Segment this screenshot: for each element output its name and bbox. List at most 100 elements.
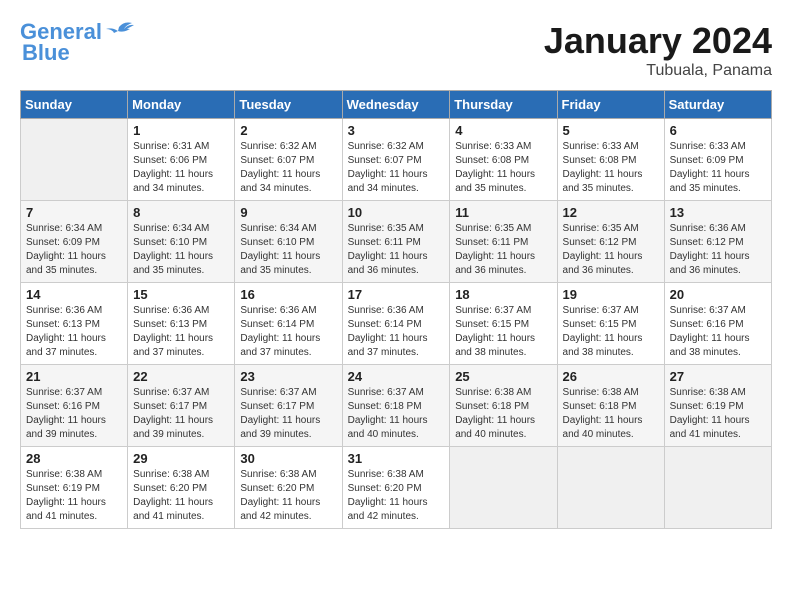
day-number: 9: [240, 205, 336, 220]
day-number: 20: [670, 287, 766, 302]
calendar-cell: 28Sunrise: 6:38 AMSunset: 6:19 PMDayligh…: [21, 447, 128, 529]
calendar-cell: [664, 447, 771, 529]
logo-blue: Blue: [22, 40, 70, 66]
calendar-cell: [450, 447, 557, 529]
calendar-cell: 19 Sunrise: 6:37 AMSunset: 6:15 PMDayligh…: [557, 283, 664, 365]
day-info: Sunrise: 6:35 AMSunset: 6:11 PMDaylight:…: [348, 222, 445, 278]
day-info: Sunrise: 6:35 AMSunset: 6:12 PMDaylight:…: [563, 222, 659, 278]
day-number: 25: [455, 369, 551, 384]
day-info: Sunrise: 6:38 AMSunset: 6:18 PMDaylight:…: [563, 386, 659, 442]
day-number: 5: [563, 123, 659, 138]
day-info: Sunrise: 6:38 AMSunset: 6:20 PMDaylight:…: [240, 468, 336, 524]
day-number: 16: [240, 287, 336, 302]
calendar-cell: 24 Sunrise: 6:37 AMSunset: 6:18 PMDayligh…: [342, 365, 450, 447]
calendar-cell: 15 Sunrise: 6:36 AMSunset: 6:13 PMDayligh…: [128, 283, 235, 365]
day-info: Sunrise: 6:38 AMSunset: 6:20 PMDaylight:…: [133, 468, 229, 524]
calendar-cell: 10 Sunrise: 6:35 AMSunset: 6:11 PMDayligh…: [342, 201, 450, 283]
day-number: 26: [563, 369, 659, 384]
day-info: Sunrise: 6:33 AMSunset: 6:08 PMDaylight:…: [563, 140, 659, 196]
day-info: Sunrise: 6:37 AMSunset: 6:17 PMDaylight:…: [133, 386, 229, 442]
header-day-saturday: Saturday: [664, 91, 771, 119]
calendar-cell: 18 Sunrise: 6:37 AMSunset: 6:15 PMDayligh…: [450, 283, 557, 365]
calendar-table: SundayMondayTuesdayWednesdayThursdayFrid…: [20, 90, 772, 529]
day-info: Sunrise: 6:37 AMSunset: 6:15 PMDaylight:…: [563, 304, 659, 360]
calendar-cell: [557, 447, 664, 529]
day-info: Sunrise: 6:36 AMSunset: 6:12 PMDaylight:…: [670, 222, 766, 278]
calendar-cell: 8 Sunrise: 6:34 AMSunset: 6:10 PMDaylight…: [128, 201, 235, 283]
day-number: 18: [455, 287, 551, 302]
day-number: 11: [455, 205, 551, 220]
day-number: 15: [133, 287, 229, 302]
day-info: Sunrise: 6:33 AMSunset: 6:08 PMDaylight:…: [455, 140, 551, 196]
calendar-cell: 3 Sunrise: 6:32 AMSunset: 6:07 PMDaylight…: [342, 119, 450, 201]
day-number: 7: [26, 205, 122, 220]
calendar-cell: 20 Sunrise: 6:37 AMSunset: 6:16 PMDayligh…: [664, 283, 771, 365]
day-number: 31: [348, 451, 445, 466]
logo-bird-icon: [104, 19, 134, 41]
day-number: 1: [133, 123, 229, 138]
day-info: Sunrise: 6:34 AMSunset: 6:10 PMDaylight:…: [133, 222, 229, 278]
day-number: 29: [133, 451, 229, 466]
day-number: 10: [348, 205, 445, 220]
calendar-header-row: SundayMondayTuesdayWednesdayThursdayFrid…: [21, 91, 772, 119]
day-info: Sunrise: 6:37 AMSunset: 6:16 PMDaylight:…: [26, 386, 122, 442]
calendar-cell: 29 Sunrise: 6:38 AMSunset: 6:20 PMDayligh…: [128, 447, 235, 529]
calendar-cell: 1 Sunrise: 6:31 AMSunset: 6:06 PMDaylight…: [128, 119, 235, 201]
calendar-cell: 31 Sunrise: 6:38 AMSunset: 6:20 PMDayligh…: [342, 447, 450, 529]
day-number: 24: [348, 369, 445, 384]
day-info: Sunrise: 6:34 AMSunset: 6:09 PMDaylight:…: [26, 222, 122, 278]
calendar-cell: 6 Sunrise: 6:33 AMSunset: 6:09 PMDaylight…: [664, 119, 771, 201]
day-info: Sunrise: 6:33 AMSunset: 6:09 PMDaylight:…: [670, 140, 766, 196]
day-info: Sunrise: 6:35 AMSunset: 6:11 PMDaylight:…: [455, 222, 551, 278]
calendar-cell: 4Sunrise: 6:33 AMSunset: 6:08 PMDaylight…: [450, 119, 557, 201]
calendar-week-2: 7 Sunrise: 6:34 AMSunset: 6:09 PMDaylight…: [21, 201, 772, 283]
day-info: Sunrise: 6:31 AMSunset: 6:06 PMDaylight:…: [133, 140, 229, 196]
calendar-cell: 13 Sunrise: 6:36 AMSunset: 6:12 PMDayligh…: [664, 201, 771, 283]
header-day-wednesday: Wednesday: [342, 91, 450, 119]
calendar-week-4: 21 Sunrise: 6:37 AMSunset: 6:16 PMDayligh…: [21, 365, 772, 447]
day-info: Sunrise: 6:37 AMSunset: 6:18 PMDaylight:…: [348, 386, 445, 442]
day-info: Sunrise: 6:37 AMSunset: 6:17 PMDaylight:…: [240, 386, 336, 442]
day-info: Sunrise: 6:36 AMSunset: 6:13 PMDaylight:…: [133, 304, 229, 360]
day-number: 19: [563, 287, 659, 302]
header-day-friday: Friday: [557, 91, 664, 119]
day-info: Sunrise: 6:38 AMSunset: 6:18 PMDaylight:…: [455, 386, 551, 442]
header-day-thursday: Thursday: [450, 91, 557, 119]
calendar-cell: 17Sunrise: 6:36 AMSunset: 6:14 PMDayligh…: [342, 283, 450, 365]
day-number: 27: [670, 369, 766, 384]
day-number: 6: [670, 123, 766, 138]
day-number: 13: [670, 205, 766, 220]
day-number: 22: [133, 369, 229, 384]
day-number: 30: [240, 451, 336, 466]
calendar-cell: 21 Sunrise: 6:37 AMSunset: 6:16 PMDayligh…: [21, 365, 128, 447]
calendar-cell: 23Sunrise: 6:37 AMSunset: 6:17 PMDayligh…: [235, 365, 342, 447]
calendar-cell: 22 Sunrise: 6:37 AMSunset: 6:17 PMDayligh…: [128, 365, 235, 447]
day-info: Sunrise: 6:38 AMSunset: 6:20 PMDaylight:…: [348, 468, 445, 524]
calendar-week-1: 1 Sunrise: 6:31 AMSunset: 6:06 PMDaylight…: [21, 119, 772, 201]
calendar-body: 1 Sunrise: 6:31 AMSunset: 6:06 PMDaylight…: [21, 119, 772, 529]
calendar-cell: 5 Sunrise: 6:33 AMSunset: 6:08 PMDaylight…: [557, 119, 664, 201]
calendar-cell: [21, 119, 128, 201]
calendar-cell: 25 Sunrise: 6:38 AMSunset: 6:18 PMDayligh…: [450, 365, 557, 447]
header-day-monday: Monday: [128, 91, 235, 119]
day-info: Sunrise: 6:36 AMSunset: 6:13 PMDaylight:…: [26, 304, 122, 360]
day-info: Sunrise: 6:37 AMSunset: 6:16 PMDaylight:…: [670, 304, 766, 360]
day-info: Sunrise: 6:37 AMSunset: 6:15 PMDaylight:…: [455, 304, 551, 360]
day-number: 12: [563, 205, 659, 220]
calendar-week-3: 14 Sunrise: 6:36 AMSunset: 6:13 PMDayligh…: [21, 283, 772, 365]
day-info: Sunrise: 6:34 AMSunset: 6:10 PMDaylight:…: [240, 222, 336, 278]
day-number: 14: [26, 287, 122, 302]
calendar-subtitle: Tubuala, Panama: [544, 62, 772, 80]
day-info: Sunrise: 6:36 AMSunset: 6:14 PMDaylight:…: [348, 304, 445, 360]
day-info: Sunrise: 6:38 AMSunset: 6:19 PMDaylight:…: [26, 468, 122, 524]
calendar-cell: 30 Sunrise: 6:38 AMSunset: 6:20 PMDayligh…: [235, 447, 342, 529]
calendar-cell: 9 Sunrise: 6:34 AMSunset: 6:10 PMDaylight…: [235, 201, 342, 283]
day-info: Sunrise: 6:32 AMSunset: 6:07 PMDaylight:…: [348, 140, 445, 196]
day-number: 21: [26, 369, 122, 384]
day-number: 3: [348, 123, 445, 138]
day-info: Sunrise: 6:36 AMSunset: 6:14 PMDaylight:…: [240, 304, 336, 360]
title-area: January 2024 Tubuala, Panama: [544, 20, 772, 80]
calendar-cell: 27Sunrise: 6:38 AMSunset: 6:19 PMDayligh…: [664, 365, 771, 447]
day-number: 8: [133, 205, 229, 220]
page-header: General Blue January 2024 Tubuala, Panam…: [20, 20, 772, 80]
